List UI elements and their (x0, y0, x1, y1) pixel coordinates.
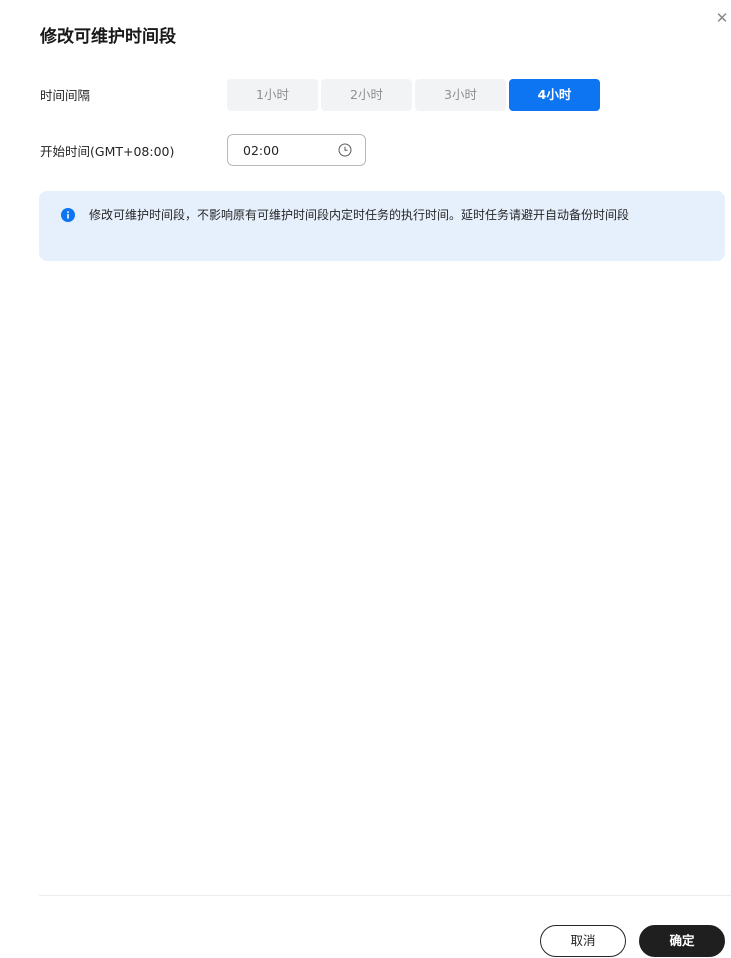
close-icon[interactable]: ✕ (714, 10, 730, 26)
interval-option-2h[interactable]: 2小时 (321, 79, 412, 111)
notice-banner: 修改可维护时间段，不影响原有可维护时间段内定时任务的执行时间。延时任务请避开自动… (39, 191, 725, 261)
start-time-value: 02:00 (243, 143, 280, 158)
interval-selector: 1小时 2小时 3小时 4小时 (227, 79, 600, 111)
footer-divider (39, 895, 731, 896)
interval-option-1h[interactable]: 1小时 (227, 79, 318, 111)
clock-icon (338, 143, 352, 157)
confirm-button[interactable]: 确定 (639, 925, 725, 957)
interval-option-4h[interactable]: 4小时 (509, 79, 600, 111)
info-icon (61, 208, 75, 222)
cancel-button[interactable]: 取消 (540, 925, 626, 957)
notice-text: 修改可维护时间段，不影响原有可维护时间段内定时任务的执行时间。延时任务请避开自动… (89, 208, 630, 222)
start-time-picker[interactable]: 02:00 (227, 134, 366, 166)
dialog-title: 修改可维护时间段 (40, 27, 176, 47)
start-time-label: 开始时间(GMT+08:00) (40, 144, 175, 159)
interval-option-3h[interactable]: 3小时 (415, 79, 506, 111)
interval-label: 时间间隔 (40, 88, 91, 103)
